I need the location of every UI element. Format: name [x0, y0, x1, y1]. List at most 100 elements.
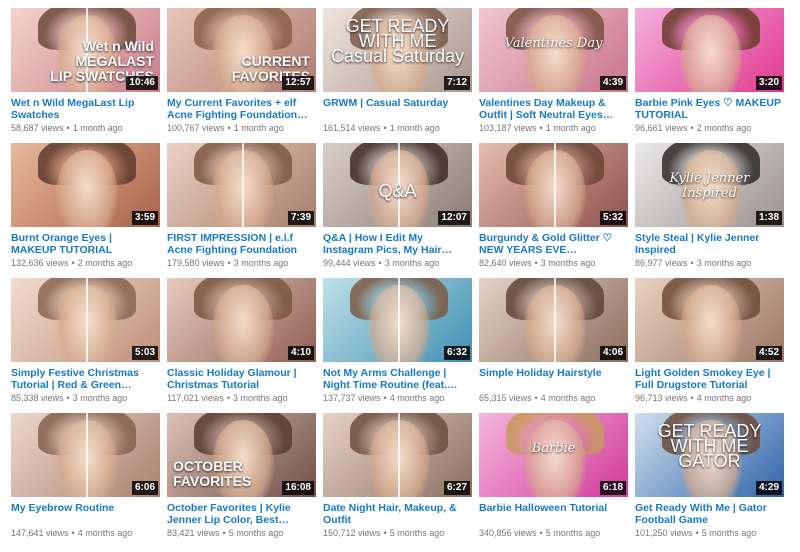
video-view-count: 103,187 views: [479, 123, 537, 133]
video-title-link[interactable]: Light Golden Smokey Eye | Full Drugstore…: [635, 367, 784, 391]
video-card[interactable]: 7:39 FIRST IMPRESSION | e.l.f Acne Fight…: [167, 143, 316, 278]
video-upload-age: 4 months ago: [389, 393, 445, 403]
video-thumbnail[interactable]: 3:59: [11, 143, 160, 227]
meta-separator: •: [383, 393, 387, 403]
video-view-count: 65,315 views: [479, 393, 532, 403]
video-card[interactable]: Kylie Jenner Inspired 1:38 Style Steal |…: [635, 143, 784, 278]
video-title-link[interactable]: Valentines Day Makeup & Outfit | Soft Ne…: [479, 97, 628, 121]
video-title-link[interactable]: Barbie Halloween Tutorial: [479, 502, 628, 526]
meta-separator: •: [226, 393, 231, 403]
video-title-link[interactable]: Style Steal | Kylie Jenner Inspired: [635, 232, 784, 256]
video-duration-badge: 12:57: [282, 76, 314, 90]
meta-separator: •: [222, 528, 226, 538]
video-thumbnail[interactable]: GET READY WITH ME GATOR 4:29: [635, 413, 784, 497]
video-title-link[interactable]: Q&A | How I Edit My Instagram Pics, My H…: [323, 232, 472, 256]
video-title-link[interactable]: Get Ready With Me | Gator Football Game: [635, 502, 784, 526]
video-card[interactable]: 3:20 Barbie Pink Eyes ♡ MAKEUP TUTORIAL …: [635, 8, 784, 143]
video-card[interactable]: Q&A 12:07 Q&A | How I Edit My Instagram …: [323, 143, 472, 278]
video-title-link[interactable]: Burnt Orange Eyes | MAKEUP TUTORIAL: [11, 232, 160, 256]
video-thumbnail[interactable]: 4:52: [635, 278, 784, 362]
video-thumbnail[interactable]: Wet n Wild MEGALAST LIP SWATCHES 10:46: [11, 8, 160, 92]
video-duration-badge: 7:12: [443, 76, 470, 90]
meta-separator: •: [383, 123, 387, 133]
video-thumbnail[interactable]: 5:03: [11, 278, 160, 362]
video-upload-age: 4 months ago: [540, 393, 596, 403]
video-view-count: 161,514 views: [323, 123, 381, 133]
video-duration-badge: 3:59: [131, 211, 158, 225]
thumbnail-split-divider: [85, 413, 88, 497]
meta-separator: •: [66, 123, 70, 133]
video-thumbnail[interactable]: Kylie Jenner Inspired 1:38: [635, 143, 784, 227]
video-title-link[interactable]: Wet n Wild MegaLast Lip Swatches: [11, 97, 160, 121]
thumbnail-split-divider: [397, 278, 400, 362]
video-title-link[interactable]: My Eyebrow Routine: [11, 502, 160, 526]
video-title-link[interactable]: Simply Festive Christmas Tutorial | Red …: [11, 367, 160, 391]
video-card[interactable]: GET READY WITH ME GATOR 4:29 Get Ready W…: [635, 413, 784, 548]
video-card[interactable]: 4:06 Simple Holiday Hairstyle 65,315 vie…: [479, 278, 628, 413]
video-card[interactable]: 6:06 My Eyebrow Routine 147,641 views • 4 …: [11, 413, 160, 548]
video-upload-age: 3 months ago: [72, 393, 128, 403]
video-duration-badge: 5:32: [599, 211, 626, 225]
video-title-link[interactable]: October Favorites | Kylie Jenner Lip Col…: [167, 502, 316, 526]
video-thumbnail[interactable]: Valentines Day 4:39: [479, 8, 628, 92]
video-card[interactable]: CURRENT FAVORITES 12:57 My Current Favor…: [167, 8, 316, 143]
video-title-link[interactable]: Barbie Pink Eyes ♡ MAKEUP TUTORIAL: [635, 97, 784, 121]
video-upload-age: 1 month ago: [72, 123, 123, 133]
video-card[interactable]: 5:32 Burgundy & Gold Glitter ♡ NEW YEARS…: [479, 143, 628, 278]
video-meta: 96,713 views • 4 months ago: [635, 393, 784, 404]
video-view-count: 83,421 views: [167, 528, 220, 538]
video-thumbnail[interactable]: GET READY WITH ME Casual Saturday 7:12: [323, 8, 472, 92]
video-upload-age: 3 months ago: [233, 258, 289, 268]
video-duration-badge: 4:52: [755, 346, 782, 360]
video-card[interactable]: 4:10 Classic Holiday Glamour | Christmas…: [167, 278, 316, 413]
video-card[interactable]: Barbie 6:18 Barbie Halloween Tutorial 34…: [479, 413, 628, 548]
video-thumbnail[interactable]: 6:27: [323, 413, 472, 497]
video-view-count: 150,712 views: [323, 528, 381, 538]
video-card[interactable]: 3:59 Burnt Orange Eyes | MAKEUP TUTORIAL…: [11, 143, 160, 278]
video-title-link[interactable]: Classic Holiday Glamour | Christmas Tuto…: [167, 367, 316, 391]
video-title-link[interactable]: Simple Holiday Hairstyle: [479, 367, 628, 391]
video-meta: 161,514 views • 1 month ago: [323, 123, 472, 134]
video-title-link[interactable]: Burgundy & Gold Glitter ♡ NEW YEARS EVE…: [479, 232, 628, 256]
video-title-link[interactable]: Date Night Hair, Makeup, & Outfit: [323, 502, 472, 526]
meta-separator: •: [690, 123, 694, 133]
video-card[interactable]: Wet n Wild MEGALAST LIP SWATCHES 10:46 W…: [11, 8, 160, 143]
video-card[interactable]: Valentines Day 4:39 Valentines Day Makeu…: [479, 8, 628, 143]
video-thumbnail[interactable]: Barbie 6:18: [479, 413, 628, 497]
video-duration-badge: 5:03: [131, 346, 158, 360]
video-grid: Wet n Wild MEGALAST LIP SWATCHES 10:46 W…: [11, 8, 784, 548]
video-thumbnail[interactable]: 7:39: [167, 143, 316, 227]
video-card[interactable]: 6:32 Not My Arms Challenge | Night Time …: [323, 278, 472, 413]
video-thumbnail[interactable]: 3:20: [635, 8, 784, 92]
meta-separator: •: [539, 123, 543, 133]
video-meta: 101,250 views • 5 months ago: [635, 528, 784, 539]
video-meta: 150,712 views • 5 months ago: [323, 528, 472, 539]
video-card[interactable]: OCTOBER FAVORITES 16:08 October Favorite…: [167, 413, 316, 548]
video-thumbnail[interactable]: CURRENT FAVORITES 12:57: [167, 8, 316, 92]
video-duration-badge: 3:20: [755, 76, 782, 90]
video-title-link[interactable]: FIRST IMPRESSION | e.l.f Acne Fighting F…: [167, 232, 316, 256]
video-meta: 86,977 views • 3 months ago: [635, 258, 784, 269]
video-upload-age: 3 months ago: [384, 258, 440, 268]
video-thumbnail[interactable]: 4:10: [167, 278, 316, 362]
video-thumbnail[interactable]: OCTOBER FAVORITES 16:08: [167, 413, 316, 497]
video-card[interactable]: 4:52 Light Golden Smokey Eye | Full Drug…: [635, 278, 784, 413]
video-title-link[interactable]: My Current Favorites + elf Acne Fighting…: [167, 97, 316, 121]
video-upload-age: 2 months ago: [696, 123, 752, 133]
video-thumbnail[interactable]: 6:06: [11, 413, 160, 497]
video-view-count: 100,767 views: [167, 123, 225, 133]
video-title-link[interactable]: GRWM | Casual Saturday: [323, 97, 472, 121]
video-thumbnail[interactable]: 5:32: [479, 143, 628, 227]
video-card[interactable]: 5:03 Simply Festive Christmas Tutorial |…: [11, 278, 160, 413]
video-duration-badge: 6:18: [599, 481, 626, 495]
thumbnail-overlay-text: Q&A: [378, 181, 417, 201]
video-thumbnail[interactable]: 6:32: [323, 278, 472, 362]
meta-separator: •: [71, 528, 75, 538]
video-thumbnail[interactable]: Q&A 12:07: [323, 143, 472, 227]
video-card[interactable]: 6:27 Date Night Hair, Makeup, & Outfit 1…: [323, 413, 472, 548]
video-title-link[interactable]: Not My Arms Challenge | Night Time Routi…: [323, 367, 472, 391]
video-card[interactable]: GET READY WITH ME Casual Saturday 7:12 G…: [323, 8, 472, 143]
video-thumbnail[interactable]: 4:06: [479, 278, 628, 362]
video-view-count: 99,444 views: [323, 258, 376, 268]
video-upload-age: 5 months ago: [389, 528, 445, 538]
